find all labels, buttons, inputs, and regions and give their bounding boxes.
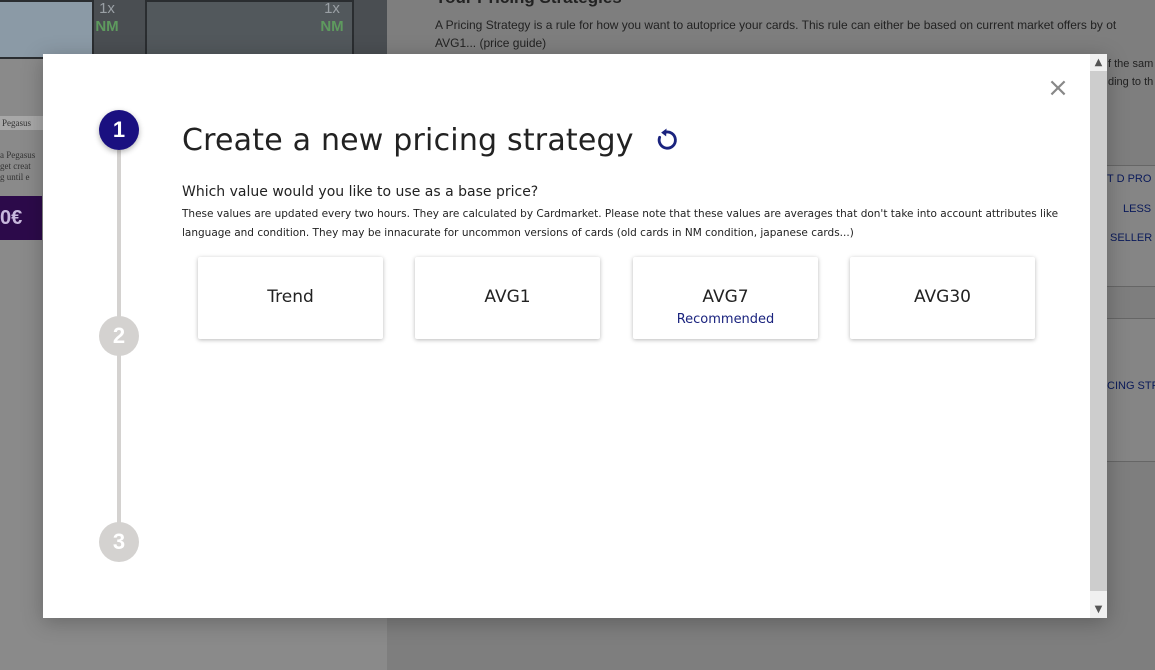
close-icon[interactable]: ×	[1046, 75, 1070, 101]
option-label: AVG7	[702, 287, 749, 307]
option-label: AVG30	[914, 287, 971, 307]
background-text-fragment: f the sam	[1108, 58, 1154, 70]
option-label: Trend	[267, 287, 314, 307]
scroll-thumb[interactable]	[1090, 71, 1107, 591]
background-link[interactable]: SELLER	[1110, 232, 1152, 244]
scroll-up-icon[interactable]: ▲	[1090, 54, 1107, 71]
card-qty: 1x	[99, 0, 115, 17]
background-paragraph: A Pricing Strategy is a rule for how you…	[435, 16, 1155, 52]
base-price-description: These values are updated every two hours…	[182, 208, 1059, 239]
option-avg1[interactable]: AVG1	[415, 257, 600, 339]
pricing-strategy-modal: × 1 2 3 Create a new pricing strategy Wh…	[43, 54, 1107, 618]
scroll-down-icon[interactable]: ▼	[1090, 601, 1107, 618]
background-link[interactable]: LESS	[1123, 203, 1151, 215]
card-condition: NM	[95, 18, 119, 35]
card-price: 0€	[0, 196, 42, 240]
step-3-indicator: 3	[99, 522, 139, 562]
modal-scrollbar[interactable]: ▲ ▼	[1090, 54, 1107, 618]
card-condition: NM	[320, 18, 344, 35]
option-avg30[interactable]: AVG30	[850, 257, 1035, 339]
base-price-question: Which value would you like to use as a b…	[182, 184, 539, 200]
card-quantity-badge: 1x NM	[93, 0, 121, 36]
background-link[interactable]: T D PRO	[1107, 173, 1151, 185]
background-card-strip: 1x NM 1x NM	[0, 0, 387, 59]
card-quantity-badge: 1x NM	[318, 0, 346, 36]
option-label: AVG1	[484, 287, 531, 307]
background-card-image	[0, 0, 94, 59]
background-link[interactable]: CING STR	[1107, 380, 1155, 392]
card-qty: 1x	[324, 0, 340, 17]
modal-title: Create a new pricing strategy	[182, 122, 634, 158]
background-heading: Your Pricing Strategies	[435, 0, 622, 8]
background-paragraph-line: AVG1... (price guide)	[435, 36, 547, 50]
step-2-indicator: 2	[99, 316, 139, 356]
option-trend[interactable]: Trend	[198, 257, 383, 339]
recommended-label: Recommended	[676, 312, 775, 327]
refresh-icon[interactable]	[654, 127, 680, 153]
step-1-indicator: 1	[99, 110, 139, 150]
background-paragraph-line: A Pricing Strategy is a rule for how you…	[435, 18, 1117, 32]
title-row: Create a new pricing strategy	[182, 118, 680, 162]
background-text-fragment: ding to th	[1108, 76, 1154, 88]
option-avg7[interactable]: AVG7 Recommended	[633, 257, 818, 339]
